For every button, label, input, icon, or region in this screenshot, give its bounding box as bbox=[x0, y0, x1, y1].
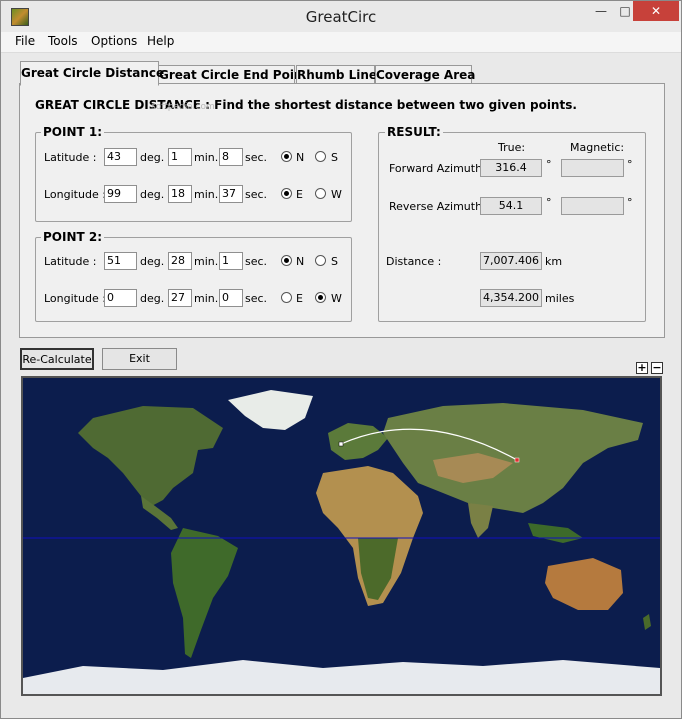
point1-lat-s-label: S bbox=[331, 151, 338, 164]
point2-marker bbox=[338, 441, 344, 447]
sec-label: sec. bbox=[245, 151, 268, 164]
point1-longitude-label: Longitude : bbox=[44, 188, 106, 201]
degree-symbol: ° bbox=[546, 158, 552, 171]
zoom-in-button[interactable]: + bbox=[636, 362, 648, 374]
point1-lon-w-label: W bbox=[331, 188, 342, 201]
point1-longitude-min-input[interactable]: 18 bbox=[168, 185, 192, 203]
min-label: min. bbox=[194, 188, 219, 201]
point2-longitude-sec-input[interactable]: 0 bbox=[219, 289, 243, 307]
point1-lon-e-label: E bbox=[296, 188, 303, 201]
sec-label: sec. bbox=[245, 255, 268, 268]
title-bar[interactable]: GreatCirc — □ ✕ bbox=[1, 1, 681, 32]
menu-bar: File Tools Options Help bbox=[1, 32, 681, 53]
tab-rhumb-line[interactable]: Rhumb Line bbox=[296, 65, 377, 84]
menu-file[interactable]: File bbox=[15, 34, 35, 48]
forward-azimuth-label: Forward Azimuth : bbox=[389, 162, 490, 175]
menu-options[interactable]: Options bbox=[91, 34, 137, 48]
point2-latitude-min-input[interactable]: 28 bbox=[168, 252, 192, 270]
reverse-azimuth-label: Reverse Azimuth : bbox=[389, 200, 490, 213]
point1-latitude-label: Latitude : bbox=[44, 151, 97, 164]
miles-unit: miles bbox=[545, 292, 575, 305]
exit-button[interactable]: Exit bbox=[102, 348, 177, 370]
point1-title: POINT 1: bbox=[41, 125, 105, 139]
point2-lon-e-label: E bbox=[296, 292, 303, 305]
min-label: min. bbox=[194, 151, 219, 164]
forward-azimuth-magnetic-value bbox=[561, 159, 624, 177]
recalculate-button[interactable]: Re-Calculate bbox=[20, 348, 94, 370]
point2-group bbox=[35, 237, 352, 322]
point1-lon-w-radio[interactable] bbox=[315, 188, 326, 199]
point2-lat-s-radio[interactable] bbox=[315, 255, 326, 266]
reverse-azimuth-magnetic-value bbox=[561, 197, 624, 215]
point2-longitude-label: Longitude : bbox=[44, 292, 106, 305]
point2-latitude-deg-input[interactable]: 51 bbox=[104, 252, 137, 270]
sec-label: sec. bbox=[245, 292, 268, 305]
point2-latitude-sec-input[interactable]: 1 bbox=[219, 252, 243, 270]
point1-latitude-deg-input[interactable]: 43 bbox=[104, 148, 137, 166]
window-title: GreatCirc bbox=[305, 8, 377, 26]
point1-lat-s-radio[interactable] bbox=[315, 151, 326, 162]
reverse-azimuth-true-value: 54.1 bbox=[480, 197, 542, 215]
true-header: True: bbox=[498, 141, 526, 154]
point2-lat-n-radio[interactable] bbox=[281, 255, 292, 266]
world-map[interactable] bbox=[21, 376, 662, 696]
menu-help[interactable]: Help bbox=[147, 34, 174, 48]
point1-marker bbox=[514, 457, 520, 463]
point2-title: POINT 2: bbox=[41, 230, 105, 244]
point1-latitude-sec-input[interactable]: 8 bbox=[219, 148, 243, 166]
point1-latitude-min-input[interactable]: 1 bbox=[168, 148, 192, 166]
distance-label: Distance : bbox=[386, 255, 442, 268]
result-title: RESULT: bbox=[385, 125, 443, 139]
deg-label: deg. bbox=[140, 188, 165, 201]
point2-longitude-deg-input[interactable]: 0 bbox=[104, 289, 137, 307]
degree-symbol: ° bbox=[627, 196, 633, 209]
sec-label: sec. bbox=[245, 188, 268, 201]
point1-group bbox=[35, 132, 352, 222]
app-window: GreatCirc — □ ✕ File Tools Options Help … bbox=[0, 0, 682, 719]
zoom-out-button[interactable]: − bbox=[651, 362, 663, 374]
point2-lon-w-radio[interactable] bbox=[315, 292, 326, 303]
point2-lat-n-label: N bbox=[296, 255, 305, 268]
point2-longitude-min-input[interactable]: 27 bbox=[168, 289, 192, 307]
point1-longitude-sec-input[interactable]: 37 bbox=[219, 185, 243, 203]
min-label: min. bbox=[194, 255, 219, 268]
distance-km-value: 7,007.406 bbox=[480, 252, 542, 270]
world-map-canvas bbox=[23, 378, 660, 694]
distance-miles-value: 4,354.200 bbox=[480, 289, 542, 307]
point1-lon-e-radio[interactable] bbox=[281, 188, 292, 199]
min-label: min. bbox=[194, 292, 219, 305]
menu-tools[interactable]: Tools bbox=[48, 34, 78, 48]
point2-lat-s-label: S bbox=[331, 255, 338, 268]
watermark: softpedia.com bbox=[151, 102, 215, 112]
point2-lon-e-radio[interactable] bbox=[281, 292, 292, 303]
tab-great-circle-distance[interactable]: Great Circle Distance bbox=[20, 61, 164, 86]
point2-latitude-label: Latitude : bbox=[44, 255, 97, 268]
tab-coverage-area[interactable]: Coverage Area bbox=[375, 65, 475, 84]
point1-longitude-deg-input[interactable]: 99 bbox=[104, 185, 137, 203]
degree-symbol: ° bbox=[627, 158, 633, 171]
deg-label: deg. bbox=[140, 151, 165, 164]
point1-lat-n-label: N bbox=[296, 151, 305, 164]
page-heading: GREAT CIRCLE DISTANCE : Find the shortes… bbox=[35, 98, 577, 112]
deg-label: deg. bbox=[140, 292, 165, 305]
point2-lon-w-label: W bbox=[331, 292, 342, 305]
point1-lat-n-radio[interactable] bbox=[281, 151, 292, 162]
km-unit: km bbox=[545, 255, 563, 268]
deg-label: deg. bbox=[140, 255, 165, 268]
forward-azimuth-true-value: 316.4 bbox=[480, 159, 542, 177]
magnetic-header: Magnetic: bbox=[570, 141, 625, 154]
degree-symbol: ° bbox=[546, 196, 552, 209]
tab-great-circle-end-point[interactable]: Great Circle End Point bbox=[158, 65, 308, 84]
close-button[interactable]: ✕ bbox=[633, 1, 679, 21]
